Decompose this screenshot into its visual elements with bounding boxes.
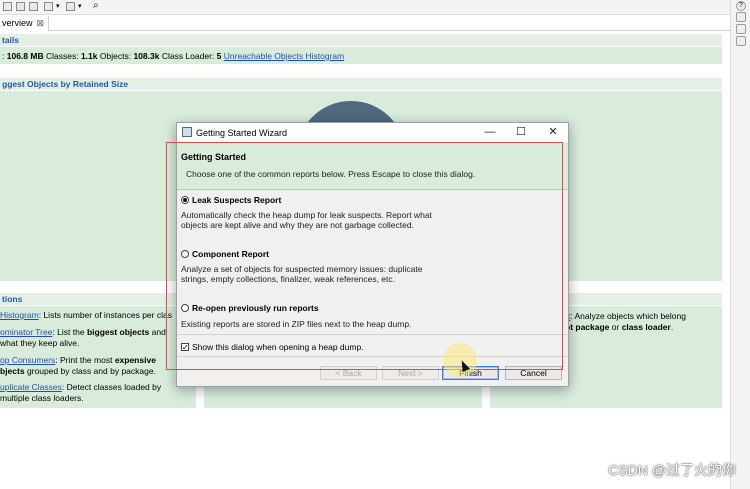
notes-icon[interactable]	[736, 36, 746, 46]
action-duplicate-classes: uplicate Classes: Detect classes loaded …	[0, 382, 162, 403]
dialog-title: Getting Started Wizard	[196, 128, 288, 138]
close-icon[interactable]: ⊠	[37, 18, 45, 28]
getting-started-wizard-dialog: Getting Started Wizard — ☐ ✕ Getting Sta…	[176, 122, 569, 387]
details-summary: : 106.8 MB Classes: 1.1k Objects: 108.3k…	[2, 51, 345, 61]
biggest-objects-header[interactable]: ggest Objects by Retained Size	[0, 78, 722, 90]
leak-suspects-description: Automatically check the heap dump for le…	[181, 210, 432, 230]
back-button[interactable]: < Back	[320, 366, 377, 380]
unreachable-objects-link[interactable]: Unreachable Objects Histogram	[224, 51, 344, 61]
next-button[interactable]: Next >	[382, 366, 439, 380]
wizard-banner: Getting Started Choose one of the common…	[177, 142, 568, 190]
tab-label: verview	[2, 18, 33, 28]
option-component-report[interactable]: Component Report	[181, 249, 269, 259]
close-button[interactable]: ✕	[546, 126, 560, 139]
radio-selected-icon[interactable]	[181, 196, 189, 204]
csdn-watermark: CSDN @过了火的你	[608, 462, 736, 478]
option-reopen-reports[interactable]: Re-open previously run reports	[181, 303, 319, 313]
option-leak-suspects[interactable]: Leak Suspects Report	[181, 195, 281, 205]
inspector-icon[interactable]	[736, 24, 746, 34]
dialog-titlebar[interactable]: Getting Started Wizard — ☐ ✕	[177, 123, 568, 142]
action-histogram: Histogram: Lists number of instances per…	[0, 310, 172, 320]
radio-unselected-icon[interactable]	[181, 304, 189, 312]
dominator-tree-link[interactable]: ominator Tree	[0, 327, 52, 337]
histogram-icon[interactable]	[29, 2, 38, 11]
top-consumers-link[interactable]: op Consumers	[0, 355, 55, 365]
minimize-button[interactable]: —	[483, 126, 497, 139]
open-dump-icon[interactable]	[16, 2, 25, 11]
wizard-page-description: Choose one of the common reports below. …	[186, 169, 476, 179]
dropdown-icon[interactable]: ▾	[56, 2, 60, 10]
duplicate-classes-link[interactable]: uplicate Classes	[0, 382, 62, 392]
divider	[177, 356, 568, 357]
right-side-toolbar: ?	[730, 0, 750, 489]
action-component-report: rt: Analyze objects which belong ot pack…	[565, 311, 686, 332]
wizard-page-title: Getting Started	[181, 152, 247, 162]
dropdown-icon[interactable]: ▾	[78, 2, 82, 10]
divider	[177, 334, 568, 335]
component-report-description: Analyze a set of objects for suspected m…	[181, 264, 423, 284]
heap-dump-details-icon[interactable]	[736, 12, 746, 22]
search-icon[interactable]: ⌕	[93, 0, 99, 11]
memory-analyzer-icon[interactable]	[3, 2, 12, 11]
memory-analyzer-icon	[182, 127, 192, 137]
editor-tab-row: verview ⊠	[0, 16, 730, 31]
radio-unselected-icon[interactable]	[181, 250, 189, 258]
checkbox-checked-icon[interactable]: ✓	[181, 343, 189, 352]
show-dialog-checkbox-row[interactable]: ✓ Show this dialog when opening a heap d…	[181, 342, 364, 352]
action-top-consumers: op Consumers: Print the most expensive b…	[0, 355, 156, 376]
main-toolbar: ▾ ▾ ⌕	[0, 0, 730, 15]
query-icon[interactable]	[66, 2, 75, 11]
show-dialog-checkbox-label: Show this dialog when opening a heap dum…	[192, 342, 364, 352]
details-header[interactable]: tails	[0, 34, 722, 46]
reopen-reports-description: Existing reports are stored in ZIP files…	[181, 319, 412, 329]
help-icon[interactable]: ?	[736, 1, 746, 11]
histogram-link[interactable]: Histogram	[0, 310, 39, 320]
cancel-button[interactable]: Cancel	[505, 366, 562, 380]
action-dominator-tree: ominator Tree: List the biggest objects …	[0, 327, 166, 348]
maximize-button[interactable]: ☐	[514, 126, 528, 139]
tab-overview[interactable]: verview ⊠	[0, 16, 50, 31]
dominator-icon[interactable]	[44, 2, 53, 11]
